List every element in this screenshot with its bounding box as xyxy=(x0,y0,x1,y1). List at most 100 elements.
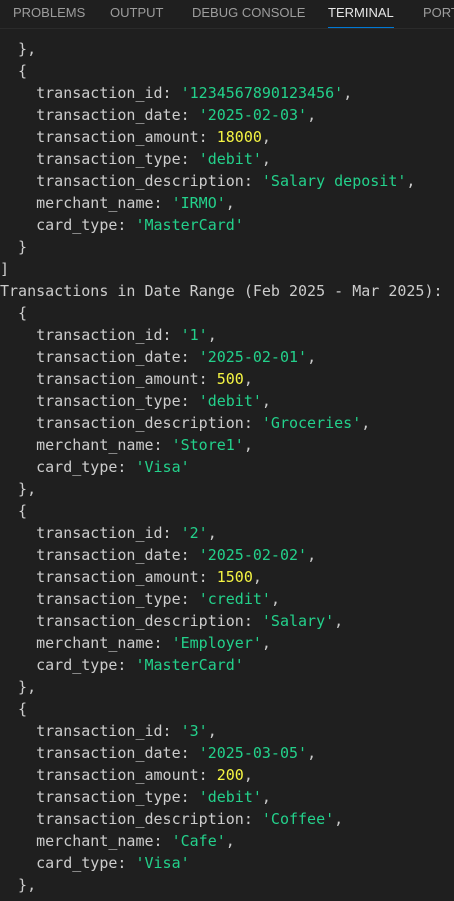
text-token: transaction_description: xyxy=(0,612,262,630)
terminal-line: transaction_amount: 500, xyxy=(0,368,454,390)
text-token: , xyxy=(243,766,253,784)
text-token: , xyxy=(225,832,235,850)
text-token: , xyxy=(406,172,416,190)
tab-output[interactable]: OUTPUT xyxy=(110,0,163,28)
string-token: '2025-02-02' xyxy=(198,546,308,564)
text-token: , xyxy=(261,392,271,410)
text-token: , xyxy=(307,744,317,762)
terminal-line: merchant_name: 'IRMO', xyxy=(0,192,454,214)
text-token: , xyxy=(225,194,235,212)
terminal-line: }, xyxy=(0,38,454,60)
string-token: 'Salary deposit' xyxy=(261,172,407,190)
text-token: transaction_date: xyxy=(0,546,199,564)
string-token: 'MasterCard' xyxy=(135,216,244,234)
terminal-output[interactable]: }, { transaction_id: '1234567890123456',… xyxy=(0,29,454,901)
text-token: , xyxy=(307,106,317,124)
text-token: , xyxy=(270,590,280,608)
text-token: transaction_date: xyxy=(0,348,199,366)
terminal-line: transaction_id: '1234567890123456', xyxy=(0,82,454,104)
text-token: , xyxy=(261,634,271,652)
text-token: , xyxy=(334,810,344,828)
text-token: }, xyxy=(0,678,37,696)
text-token: merchant_name: xyxy=(0,832,172,850)
text-token: transaction_id: xyxy=(0,524,181,542)
text-token: transaction_amount: xyxy=(0,568,217,586)
string-token: 'Cafe' xyxy=(171,832,226,850)
text-token: , xyxy=(252,568,262,586)
terminal-line: transaction_type: 'debit', xyxy=(0,786,454,808)
text-token: transaction_description: xyxy=(0,414,262,432)
text-token: transaction_amount: xyxy=(0,766,217,784)
text-token: , xyxy=(261,150,271,168)
terminal-line: }, xyxy=(0,874,454,896)
text-token: }, xyxy=(0,40,37,58)
terminal-line: card_type: 'MasterCard' xyxy=(0,214,454,236)
terminal-line: transaction_id: '2', xyxy=(0,522,454,544)
terminal-line: }, xyxy=(0,478,454,500)
string-token: 'Visa' xyxy=(135,854,190,872)
string-token: 'Store1' xyxy=(171,436,244,454)
terminal-line: transaction_amount: 1500, xyxy=(0,566,454,588)
terminal-line: transaction_date: '2025-02-02', xyxy=(0,544,454,566)
terminal-line: card_type: 'Visa' xyxy=(0,852,454,874)
terminal-line: card_type: 'Visa' xyxy=(0,456,454,478)
tab-ports[interactable]: PORTS xyxy=(423,0,454,28)
number-token: 18000 xyxy=(216,128,262,146)
text-token: card_type: xyxy=(0,656,136,674)
number-token: 500 xyxy=(216,370,244,388)
string-token: 'debit' xyxy=(198,392,262,410)
text-token: , xyxy=(261,128,271,146)
text-token: { xyxy=(0,62,28,80)
tab-debug-console[interactable]: DEBUG CONSOLE xyxy=(192,0,305,28)
terminal-line: { xyxy=(0,698,454,720)
string-token: 'Groceries' xyxy=(261,414,362,432)
terminal-line: merchant_name: 'Cafe', xyxy=(0,830,454,852)
text-token: , xyxy=(307,546,317,564)
terminal-line: transaction_type: 'debit', xyxy=(0,148,454,170)
text-token: transaction_type: xyxy=(0,788,199,806)
terminal-line: { xyxy=(0,60,454,82)
string-token: '1' xyxy=(180,326,208,344)
terminal-line: transaction_type: 'debit', xyxy=(0,390,454,412)
text-token: transaction_date: xyxy=(0,106,199,124)
string-token: '2025-03-05' xyxy=(198,744,308,762)
text-token: card_type: xyxy=(0,216,136,234)
string-token: 'Salary' xyxy=(261,612,335,630)
text-token: merchant_name: xyxy=(0,436,172,454)
terminal-line: transaction_date: '2025-03-05', xyxy=(0,742,454,764)
string-token: '2025-02-01' xyxy=(198,348,308,366)
text-token: transaction_id: xyxy=(0,722,181,740)
text-token: transaction_amount: xyxy=(0,370,217,388)
text-token: , xyxy=(207,524,217,542)
text-token: transaction_description: xyxy=(0,810,262,828)
terminal-line: transaction_date: '2025-02-03', xyxy=(0,104,454,126)
terminal-line: transaction_amount: 18000, xyxy=(0,126,454,148)
text-token: , xyxy=(307,348,317,366)
text-token: , xyxy=(361,414,371,432)
text-token: Transactions in Date Range (Feb 2025 - M… xyxy=(0,282,443,300)
string-token: 'Visa' xyxy=(135,458,190,476)
text-token: transaction_id: xyxy=(0,84,181,102)
terminal-line: transaction_description: 'Salary deposit… xyxy=(0,170,454,192)
terminal-line: transaction_date: '2025-02-01', xyxy=(0,346,454,368)
text-token: merchant_name: xyxy=(0,634,172,652)
terminal-line: transaction_amount: 200, xyxy=(0,764,454,786)
terminal-line: transaction_type: 'credit', xyxy=(0,588,454,610)
tab-terminal[interactable]: TERMINAL xyxy=(328,0,394,28)
string-token: '1234567890123456' xyxy=(180,84,344,102)
string-token: 'credit' xyxy=(198,590,271,608)
text-token: , xyxy=(207,722,217,740)
text-token: }, xyxy=(0,480,37,498)
text-token: { xyxy=(0,700,28,718)
text-token: transaction_type: xyxy=(0,150,199,168)
text-token: transaction_amount: xyxy=(0,128,217,146)
text-token: { xyxy=(0,502,28,520)
text-token: transaction_type: xyxy=(0,590,199,608)
string-token: 'IRMO' xyxy=(171,194,226,212)
tab-problems[interactable]: PROBLEMS xyxy=(13,0,85,28)
text-token: card_type: xyxy=(0,854,136,872)
terminal-line: transaction_id: '3', xyxy=(0,720,454,742)
terminal-line: { xyxy=(0,302,454,324)
terminal-line: transaction_description: 'Coffee', xyxy=(0,808,454,830)
terminal-line: ] xyxy=(0,258,454,280)
